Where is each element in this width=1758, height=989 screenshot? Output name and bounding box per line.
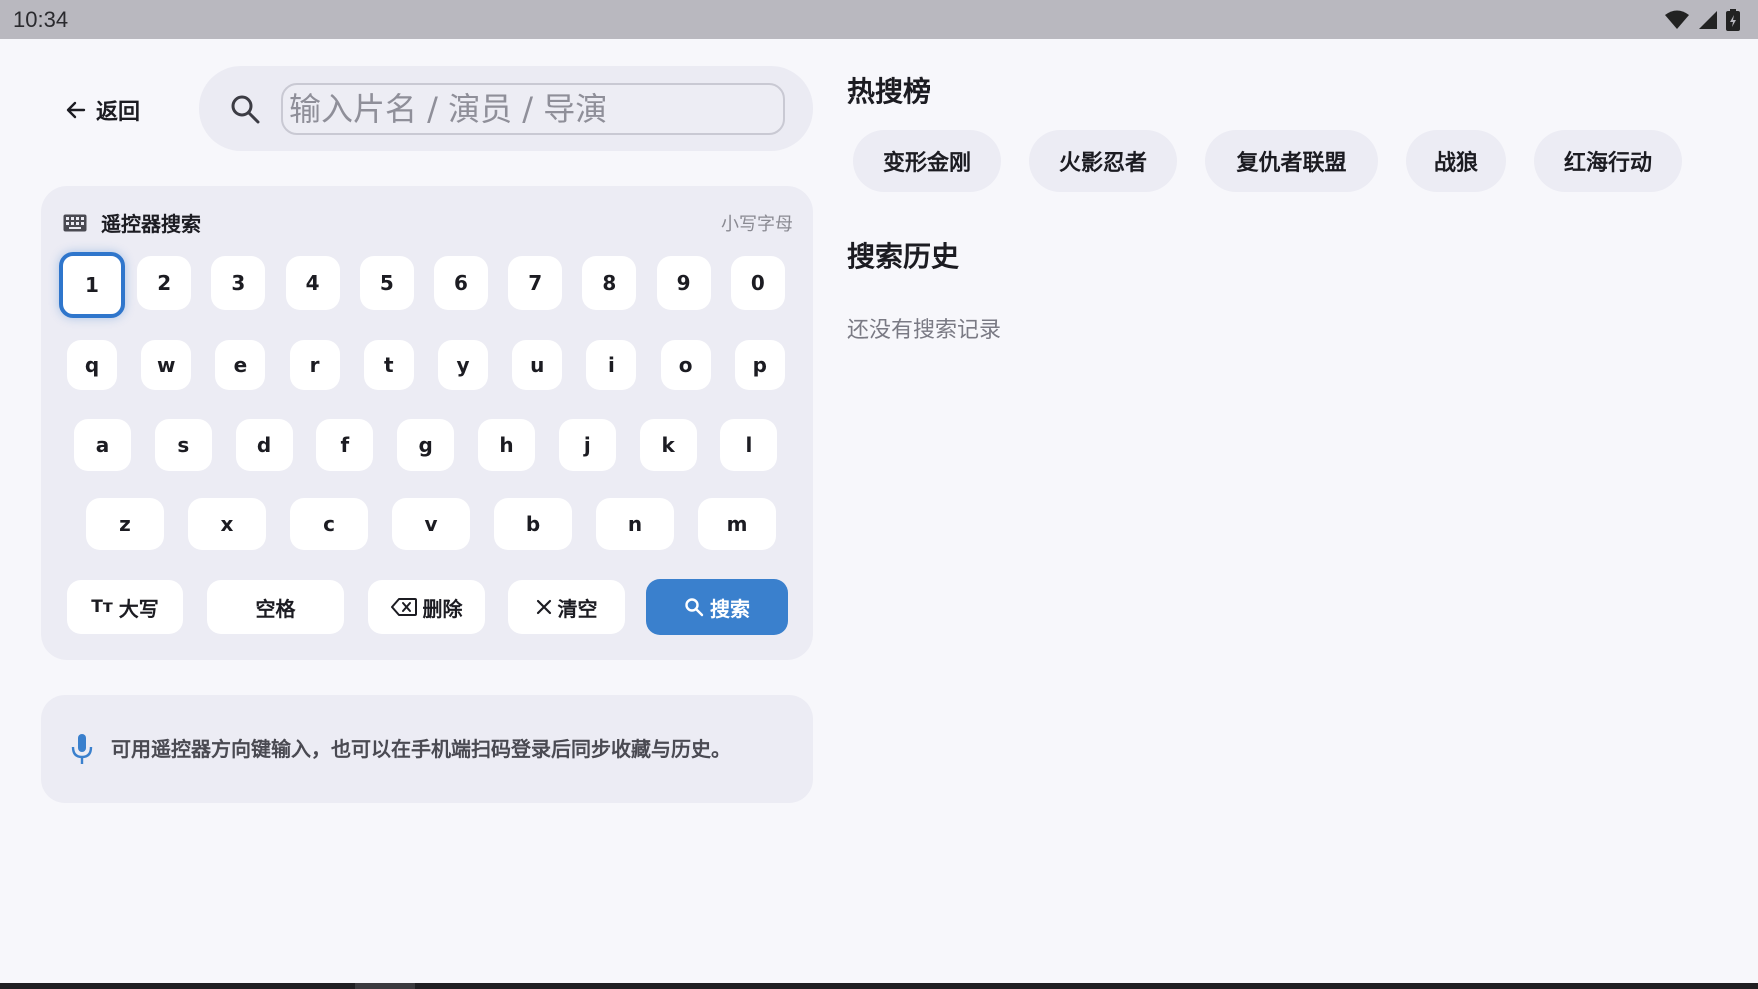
key-1[interactable]: 1 bbox=[59, 252, 125, 318]
backspace-icon bbox=[390, 598, 417, 616]
wifi-icon bbox=[1665, 10, 1689, 29]
key-z[interactable]: z bbox=[86, 498, 164, 550]
search-history-title: 搜索历史 bbox=[847, 240, 960, 273]
clear-label: 清空 bbox=[557, 596, 598, 621]
status-icons bbox=[1664, 8, 1740, 31]
status-time: 10:34 bbox=[13, 6, 69, 32]
key-o[interactable]: o bbox=[660, 340, 711, 390]
key-w[interactable]: w bbox=[141, 340, 192, 390]
search-input[interactable] bbox=[281, 82, 785, 135]
keyboard-mode-label: 小写字母 bbox=[721, 214, 793, 235]
key-8[interactable]: 8 bbox=[582, 256, 637, 310]
key-m[interactable]: m bbox=[698, 498, 776, 550]
key-g[interactable]: g bbox=[397, 419, 455, 471]
close-icon bbox=[536, 599, 551, 615]
keyboard-icon bbox=[63, 214, 87, 231]
key-a[interactable]: a bbox=[74, 419, 131, 471]
clear-button[interactable]: 清空 bbox=[508, 580, 625, 634]
key-u[interactable]: u bbox=[512, 340, 563, 390]
key-i[interactable]: i bbox=[586, 340, 637, 390]
search-button-label: 搜索 bbox=[710, 596, 750, 621]
caps-button[interactable]: Tт 大写 bbox=[67, 580, 183, 634]
key-5[interactable]: 5 bbox=[359, 256, 414, 310]
key-y[interactable]: y bbox=[438, 340, 488, 390]
hot-tag[interactable]: 火影忍者 bbox=[1029, 130, 1177, 192]
cellular-signal-icon bbox=[1699, 10, 1717, 29]
navigation-bar bbox=[0, 983, 1758, 989]
key-3[interactable]: 3 bbox=[211, 256, 266, 310]
key-l[interactable]: l bbox=[720, 419, 778, 471]
search-icon bbox=[231, 95, 260, 123]
key-h[interactable]: h bbox=[478, 419, 535, 471]
search-bar bbox=[199, 66, 813, 151]
delete-button[interactable]: 删除 bbox=[368, 580, 485, 634]
hot-tag[interactable]: 复仇者联盟 bbox=[1205, 130, 1378, 192]
key-k[interactable]: k bbox=[639, 419, 697, 471]
key-r[interactable]: r bbox=[289, 340, 340, 390]
key-b[interactable]: b bbox=[494, 498, 572, 550]
key-s[interactable]: s bbox=[154, 419, 212, 471]
key-9[interactable]: 9 bbox=[656, 256, 711, 310]
text-case-icon: Tт bbox=[91, 597, 113, 617]
hot-search-title: 热搜榜 bbox=[847, 75, 932, 108]
key-7[interactable]: 7 bbox=[508, 256, 563, 310]
nav-handle bbox=[355, 983, 415, 989]
key-4[interactable]: 4 bbox=[285, 256, 340, 310]
key-p[interactable]: p bbox=[734, 340, 785, 390]
remote-keyboard-panel: 遥控器搜索 小写字母 1234567890 qwertyuiop asdfghjkl… bbox=[41, 186, 813, 660]
search-icon bbox=[685, 598, 704, 617]
keyboard-header: 遥控器搜索 bbox=[63, 208, 201, 237]
microphone-icon bbox=[71, 734, 93, 764]
key-n[interactable]: n bbox=[596, 498, 674, 550]
key-2[interactable]: 2 bbox=[137, 256, 192, 310]
key-e[interactable]: e bbox=[215, 340, 266, 390]
arrow-left-icon bbox=[66, 101, 86, 119]
key-t[interactable]: t bbox=[363, 340, 414, 390]
keyboard-title: 遥控器搜索 bbox=[101, 212, 201, 236]
voice-tip-panel: 可用遥控器方向键输入，也可以在手机端扫码登录后同步收藏与历史。 bbox=[41, 695, 813, 803]
back-button[interactable]: 返回 bbox=[64, 92, 140, 128]
key-c[interactable]: c bbox=[290, 498, 368, 550]
key-v[interactable]: v bbox=[392, 498, 470, 550]
space-button[interactable]: 空格 bbox=[207, 580, 344, 634]
battery-icon bbox=[1726, 8, 1740, 31]
caps-label: 大写 bbox=[118, 596, 159, 621]
key-q[interactable]: q bbox=[67, 340, 117, 390]
hot-tag[interactable]: 变形金刚 bbox=[853, 130, 1001, 192]
key-d[interactable]: d bbox=[235, 419, 293, 471]
status-bar: 10:34 bbox=[0, 0, 1758, 39]
key-0[interactable]: 0 bbox=[730, 256, 785, 310]
hot-tag[interactable]: 红海行动 bbox=[1534, 130, 1682, 192]
tip-text: 可用遥控器方向键输入，也可以在手机端扫码登录后同步收藏与历史。 bbox=[111, 736, 731, 761]
search-button[interactable]: 搜索 bbox=[646, 579, 788, 635]
space-label: 空格 bbox=[255, 596, 296, 621]
key-j[interactable]: j bbox=[558, 419, 616, 471]
key-x[interactable]: x bbox=[188, 498, 266, 550]
key-6[interactable]: 6 bbox=[434, 256, 488, 310]
hot-tag[interactable]: 战狼 bbox=[1406, 130, 1506, 192]
key-f[interactable]: f bbox=[316, 419, 374, 471]
delete-label: 删除 bbox=[422, 596, 463, 621]
history-empty-text: 还没有搜索记录 bbox=[847, 318, 1002, 343]
back-label: 返回 bbox=[96, 100, 141, 125]
